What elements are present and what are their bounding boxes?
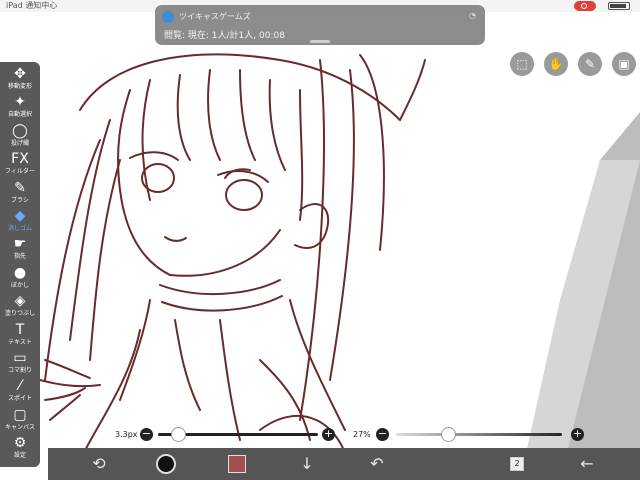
- brush-settings-icon[interactable]: ⟲: [88, 453, 110, 475]
- brush-size-minus-button[interactable]: −: [140, 428, 153, 441]
- tool-filter-fx[interactable]: FX フィルター: [0, 151, 40, 179]
- tool-label: 投げ縄: [10, 139, 29, 147]
- tool-label: 塗りつぶし: [4, 310, 36, 318]
- line-art-drawing: [39, 53, 640, 480]
- tool-label: スポイト: [7, 395, 32, 403]
- blur-icon: ●: [13, 264, 27, 281]
- tool-move-transform[interactable]: ✥ 移動変形: [0, 66, 40, 94]
- notification-app-name: ツイキャスゲームズ: [179, 12, 251, 21]
- tool-blur[interactable]: ● ぼかし: [0, 265, 40, 293]
- battery-icon: [608, 2, 630, 10]
- twitcasting-app-icon: [162, 11, 174, 23]
- tool-eyedropper[interactable]: ⁄ スポイト: [0, 378, 40, 406]
- hand-icon[interactable]: ✋: [544, 52, 568, 76]
- tool-sidebar: ✥ 移動変形 ✦ 自動選択 ◯ 投げ縄 FX フィルター ✎ ブラシ ◆ 消しゴム ☛ 指先 ● ぼかし ◈ 塗り…: [0, 62, 40, 467]
- tool-fill-bucket[interactable]: ◈ 塗りつぶし: [0, 293, 40, 321]
- lasso-icon: ◯: [12, 122, 28, 139]
- tool-label: 消しゴム: [7, 225, 32, 232]
- text-icon: T: [15, 321, 25, 338]
- filter-fx-icon: FX: [11, 151, 29, 168]
- tool-smudge[interactable]: ☛ 指先: [0, 236, 40, 264]
- tool-label: コマ割り: [7, 367, 32, 374]
- tool-label: キャンバス: [4, 423, 35, 431]
- tool-canvas[interactable]: ▢ キャンバス: [0, 407, 40, 435]
- down-arrow-icon[interactable]: ↓: [296, 453, 318, 475]
- canvas-icon: ▢: [13, 406, 27, 423]
- notification-banner[interactable]: ツイキャスゲームズ ◔ 閲覧: 現在: 1人/計1人, 00:08: [155, 5, 485, 45]
- tool-eraser[interactable]: ◆ 消しゴム: [0, 208, 40, 236]
- move-transform-icon: ✥: [14, 66, 26, 82]
- tool-label: ぼかし: [10, 281, 29, 289]
- opacity-minus-button[interactable]: −: [376, 428, 389, 441]
- tool-magic-wand[interactable]: ✦ 自動選択: [0, 94, 40, 122]
- texture-swatch-icon[interactable]: [228, 455, 246, 473]
- status-text: iPad 通知中心: [6, 1, 58, 10]
- pen-icon[interactable]: ✎: [578, 52, 602, 76]
- opacity-plus-button[interactable]: +: [571, 428, 584, 441]
- tool-label: 移動変形: [7, 83, 32, 90]
- slider-bar: 3.3px − + 27% − +: [112, 427, 592, 443]
- selection-icon[interactable]: ⬚: [510, 52, 534, 76]
- tool-brush[interactable]: ✎ ブラシ: [0, 180, 40, 208]
- opacity-track[interactable]: [396, 433, 562, 436]
- brush-size-plus-button[interactable]: +: [322, 428, 335, 441]
- fill-bucket-icon: ◈: [14, 293, 26, 310]
- tool-label: 指先: [13, 253, 26, 261]
- layer-count: 2: [510, 457, 524, 471]
- tool-lasso[interactable]: ◯ 投げ縄: [0, 123, 40, 151]
- eraser-icon: ◆: [14, 208, 26, 224]
- tool-frame-divider[interactable]: ▭ コマ割り: [0, 350, 40, 378]
- back-arrow-icon[interactable]: ←: [576, 453, 598, 475]
- color-circle-icon[interactable]: [156, 454, 176, 474]
- brush-size-knob[interactable]: [170, 427, 186, 442]
- tool-text[interactable]: T テキスト: [0, 322, 40, 350]
- magic-wand-icon: ✦: [14, 94, 26, 111]
- tool-settings-gear[interactable]: ⚙ 設定: [0, 435, 40, 463]
- brush-size-value: 3.3px: [115, 430, 138, 439]
- frame-divider-icon: ▭: [13, 350, 27, 366]
- layers-icon[interactable]: 2: [506, 453, 528, 475]
- notification-body: 閲覧: 現在: 1人/計1人, 00:08: [164, 31, 285, 41]
- tool-label: フィルター: [5, 168, 35, 176]
- undo-icon[interactable]: ↶: [366, 453, 388, 475]
- notification-grip[interactable]: [310, 40, 330, 43]
- smudge-icon: ☛: [13, 236, 27, 253]
- tool-label: 設定: [13, 452, 26, 460]
- tool-label: 自動選択: [7, 111, 32, 119]
- tool-label: ブラシ: [11, 196, 29, 204]
- record-indicator-icon: [574, 1, 596, 11]
- opacity-knob[interactable]: [440, 427, 456, 442]
- settings-gear-icon: ⚙: [13, 435, 27, 452]
- wifi-icon: ◔: [469, 11, 476, 20]
- tool-label: テキスト: [8, 338, 32, 346]
- opacity-value: 27%: [353, 430, 371, 439]
- drawing-canvas[interactable]: [0, 12, 640, 480]
- gallery-icon[interactable]: ▣: [612, 52, 636, 76]
- brush-icon: ✎: [14, 179, 26, 196]
- eyedropper-icon: ⁄: [18, 378, 22, 395]
- bottom-toolbar: ⟲ ↓ ↶ 2 ←: [48, 448, 640, 480]
